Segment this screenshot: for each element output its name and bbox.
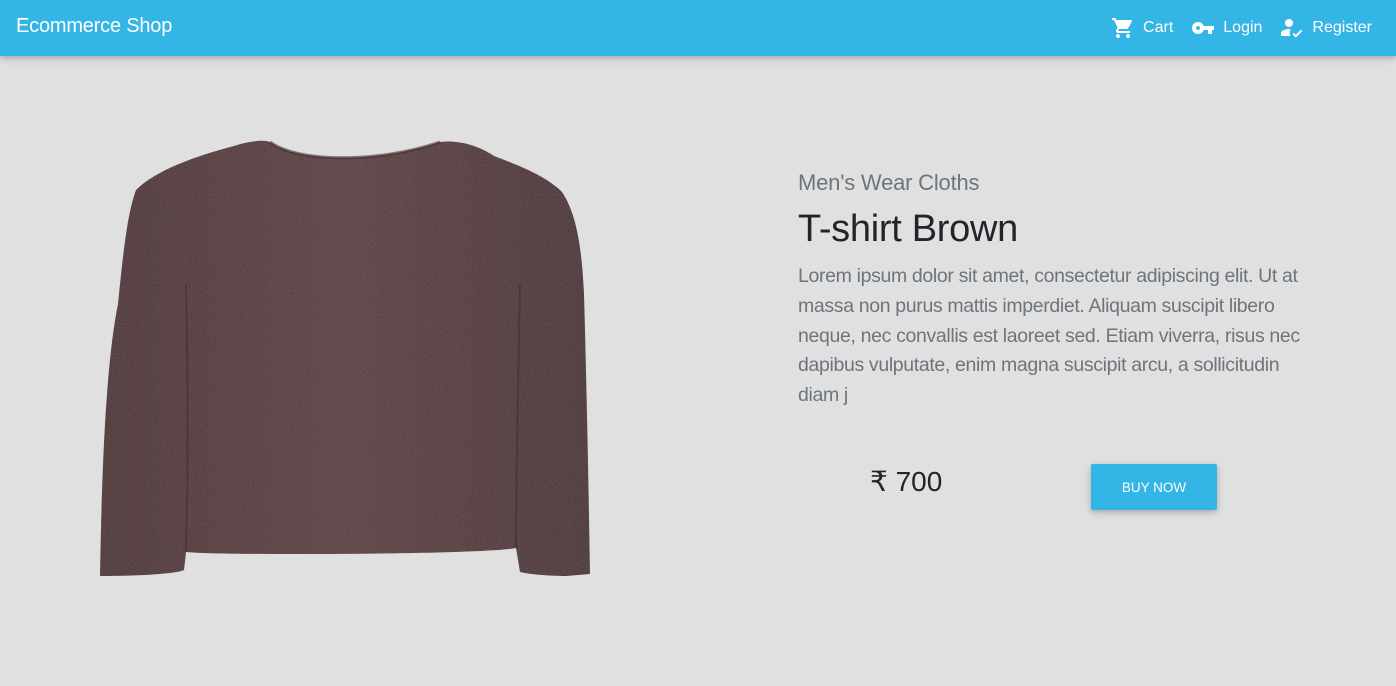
product-title: T-shirt Brown [798,208,1018,250]
product-price: ₹ 700 [870,466,943,497]
buy-now-button[interactable]: Buy Now [1091,464,1217,510]
nav-login-link[interactable]: Login [1191,16,1262,40]
nav-links: Cart Login Register [1093,0,1372,56]
nav-login-label: Login [1223,19,1263,36]
tshirt-image [100,140,590,576]
person-check-icon [1281,19,1303,38]
key-icon [1192,22,1215,34]
cart-icon [1112,18,1133,38]
product-image [96,134,592,580]
nav-register-label: Register [1312,19,1372,36]
top-navbar: Ecommerce Shop Cart Login Register [0,0,1396,56]
product-category: Men's Wear Cloths [798,170,980,195]
nav-cart-label: Cart [1143,19,1174,36]
brand-link[interactable]: Ecommerce Shop [16,15,172,38]
product-description: Lorem ipsum dolor sit amet, consectetur … [798,265,1300,407]
nav-cart-link[interactable]: Cart [1111,16,1173,40]
nav-register-link[interactable]: Register [1280,16,1372,40]
